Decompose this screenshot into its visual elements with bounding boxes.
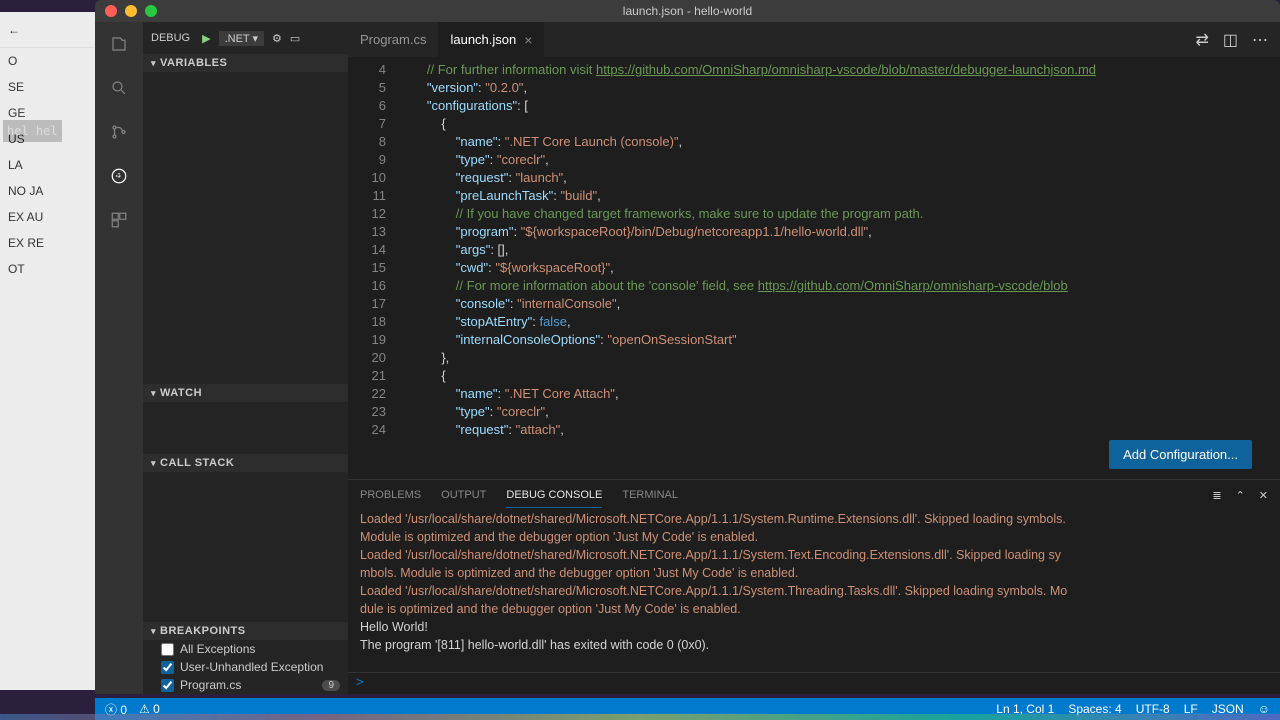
callstack-section[interactable]: CALL STACK (143, 454, 348, 472)
breakpoint-checkbox[interactable] (161, 643, 174, 656)
background-window: ← OSEGEUSLANO JAEX AUEX REOT (0, 12, 95, 690)
breakpoints-section[interactable]: BREAKPOINTS (143, 622, 348, 640)
close-panel-icon[interactable]: ✕ (1259, 489, 1268, 502)
collapse-icon[interactable]: ⌃ (1236, 489, 1245, 502)
minimize-window-icon[interactable] (125, 5, 137, 17)
editor-tabs: Program.cslaunch.json× ⇄ ◫ ⋯ (348, 22, 1280, 57)
debug-console-output[interactable]: Loaded '/usr/local/share/dotnet/shared/M… (348, 510, 1280, 672)
back-icon[interactable]: ← (8, 23, 20, 37)
editor-area: Program.cslaunch.json× ⇄ ◫ ⋯ 45678910111… (348, 22, 1280, 694)
window-title: launch.json - hello-world (623, 4, 752, 18)
activity-bar (95, 22, 143, 694)
extensions-icon[interactable] (107, 208, 131, 232)
filter-icon[interactable]: ≣ (1212, 489, 1221, 502)
bottom-panel: PROBLEMSOUTPUTDEBUG CONSOLETERMINAL ≣ ⌃ … (348, 479, 1280, 694)
panel-tab-terminal[interactable]: TERMINAL (622, 483, 678, 507)
split-editor-icon[interactable]: ◫ (1223, 30, 1238, 50)
breakpoint-item[interactable]: User-Unhandled Exception (143, 658, 348, 676)
debug-icon[interactable] (107, 164, 131, 188)
debug-toolbar: DEBUG ▶ .NET ▾ ⚙ ▭ (143, 22, 348, 54)
panel-tab-problems[interactable]: PROBLEMS (360, 483, 421, 507)
breakpoint-item[interactable]: Program.cs9 (143, 676, 348, 694)
macos-dock (0, 714, 1280, 720)
breakpoint-item[interactable]: All Exceptions (143, 640, 348, 658)
tab-launch-json[interactable]: launch.json× (438, 22, 544, 57)
debug-sidebar: DEBUG ▶ .NET ▾ ⚙ ▭ VARIABLES WATCH CALL … (143, 22, 348, 694)
panel-tab-output[interactable]: OUTPUT (441, 483, 486, 507)
add-configuration-button[interactable]: Add Configuration... (1109, 440, 1252, 469)
watch-section[interactable]: WATCH (143, 384, 348, 402)
debug-label: DEBUG (151, 32, 190, 44)
explorer-icon[interactable] (107, 32, 131, 56)
breakpoint-checkbox[interactable] (161, 679, 174, 692)
compare-changes-icon[interactable]: ⇄ (1195, 30, 1208, 50)
debug-config-dropdown[interactable]: .NET ▾ (219, 31, 264, 46)
close-window-icon[interactable] (105, 5, 117, 17)
panel-tab-debug-console[interactable]: DEBUG CONSOLE (506, 483, 602, 508)
code-editor[interactable]: 456789101112131415161718192021222324 // … (348, 57, 1280, 479)
tab-program-cs[interactable]: Program.cs (348, 22, 438, 57)
start-debug-icon[interactable]: ▶ (202, 32, 210, 45)
titlebar[interactable]: launch.json - hello-world (95, 0, 1280, 22)
breakpoint-badge: 9 (322, 680, 340, 691)
variables-section[interactable]: VARIABLES (143, 54, 348, 72)
debug-console-input[interactable]: > (348, 672, 1280, 694)
debug-console-toggle-icon[interactable]: ▭ (290, 32, 300, 45)
search-icon[interactable] (107, 76, 131, 100)
close-tab-icon[interactable]: × (524, 32, 532, 48)
breakpoint-checkbox[interactable] (161, 661, 174, 674)
gear-icon[interactable]: ⚙ (272, 32, 282, 45)
maximize-window-icon[interactable] (145, 5, 157, 17)
vscode-window: launch.json - hello-world DEBUG ▶ .NET ▾… (95, 0, 1280, 694)
background-terminal: hel hel (3, 120, 62, 142)
git-icon[interactable] (107, 120, 131, 144)
more-actions-icon[interactable]: ⋯ (1252, 30, 1268, 50)
